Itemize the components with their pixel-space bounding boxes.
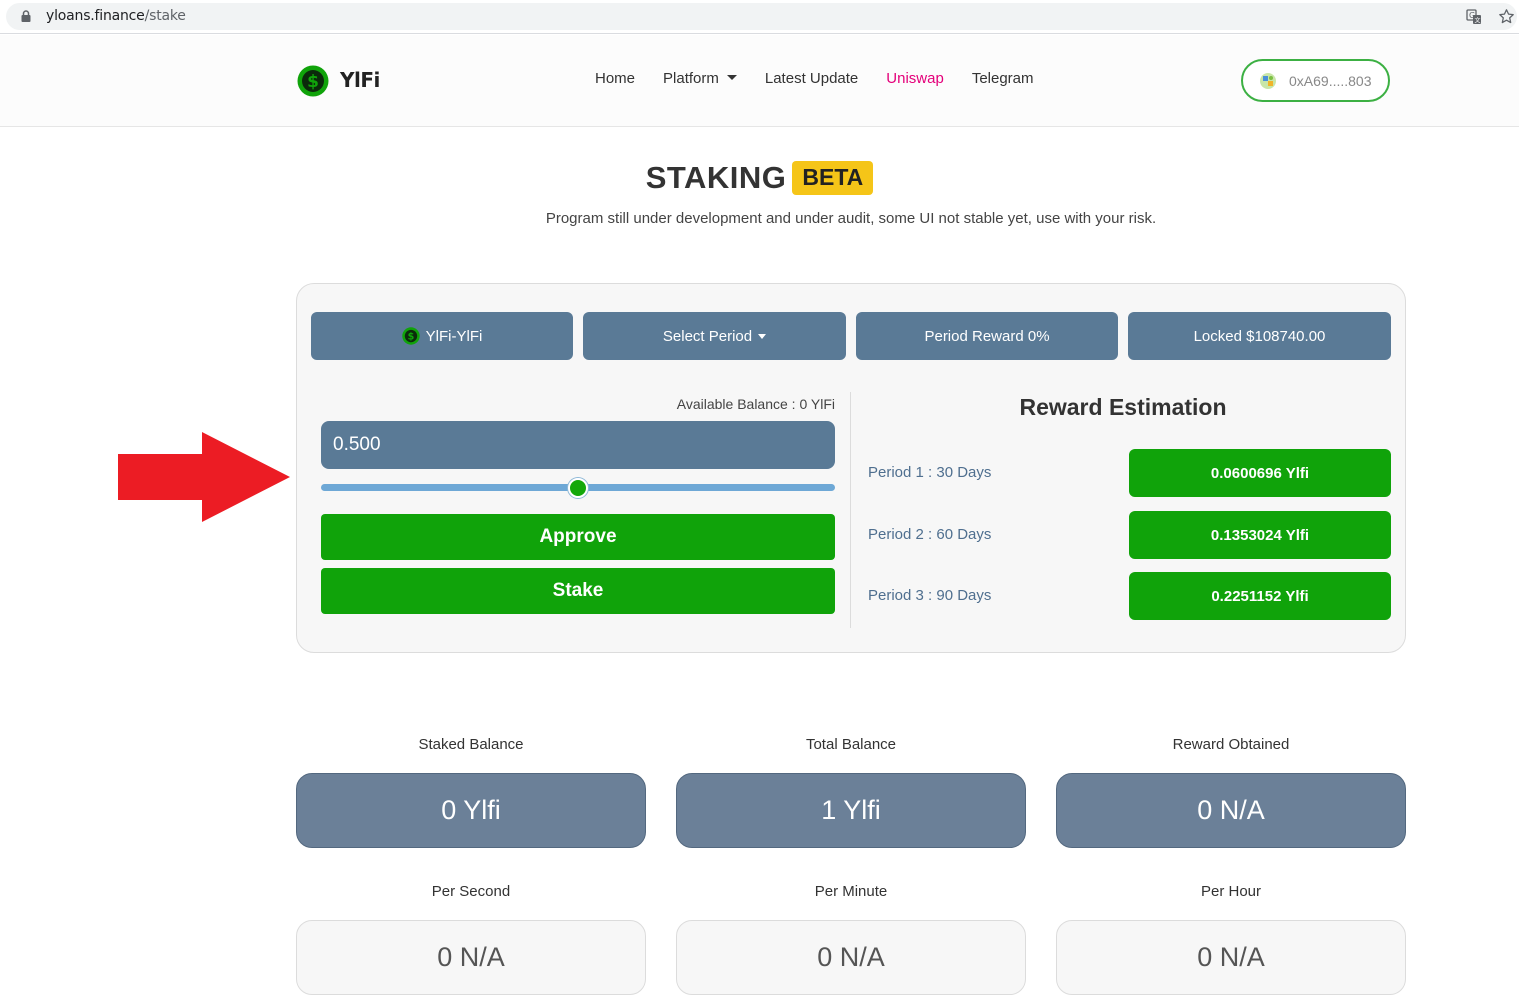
- beta-badge: BETA: [792, 161, 874, 195]
- url-host: yloans.finance: [46, 8, 145, 24]
- per-hour-value: 0 N/A: [1197, 942, 1265, 972]
- approve-button[interactable]: Approve: [321, 514, 835, 560]
- reward-obtained-value: 0 N/A: [1197, 795, 1265, 825]
- total-balance-value: 1 Ylfi: [821, 795, 881, 825]
- brand-name[interactable]: YlFi: [340, 68, 380, 92]
- amount-slider-thumb[interactable]: [568, 478, 588, 498]
- period-1-label: Period 1 : 30 Days: [868, 464, 992, 481]
- nav-links: Home Platform Latest Update Uniswap Tele…: [595, 70, 1062, 87]
- amount-input[interactable]: [321, 421, 835, 469]
- per-second-label: Per Second: [431, 883, 511, 900]
- available-balance: Available Balance : 0 YlFi: [676, 396, 835, 412]
- star-icon[interactable]: [1498, 8, 1515, 25]
- svg-text:$: $: [407, 331, 414, 342]
- total-balance-box: 1 Ylfi: [676, 773, 1026, 848]
- select-period-dropdown[interactable]: Select Period: [583, 312, 846, 360]
- staked-balance-label: Staked Balance: [418, 736, 524, 753]
- reward-obtained-box: 0 N/A: [1056, 773, 1406, 848]
- wallet-address: 0xA69.....803: [1289, 73, 1372, 89]
- pair-button[interactable]: $ YlFi-YlFi: [311, 312, 573, 360]
- period-2-reward-value: 0.1353024 Ylfi: [1210, 526, 1310, 544]
- period-reward-label: Period Reward 0%: [924, 327, 1050, 345]
- svg-text:$: $: [307, 72, 319, 92]
- reward-estimation-title: Reward Estimation: [1019, 394, 1227, 420]
- per-minute-box: 0 N/A: [676, 920, 1026, 995]
- per-minute-value: 0 N/A: [817, 942, 885, 972]
- per-minute-label: Per Minute: [814, 883, 888, 900]
- nav-platform-dropdown[interactable]: Platform: [663, 70, 737, 87]
- period-2-reward: 0.1353024 Ylfi: [1129, 511, 1391, 559]
- wallet-button[interactable]: 0xA69.....803: [1241, 59, 1390, 102]
- period-3-reward: 0.2251152 Ylfi: [1129, 572, 1391, 620]
- page-title: STAKING: [645, 160, 787, 195]
- period-1-reward: 0.0600696 Ylfi: [1129, 449, 1391, 497]
- per-hour-box: 0 N/A: [1056, 920, 1406, 995]
- page-title-row: STAKING BETA: [0, 160, 1519, 196]
- url-text[interactable]: yloans.finance/stake: [46, 8, 186, 24]
- red-arrow-icon: [118, 432, 290, 522]
- site-navbar: $ YlFi Home Platform Latest Update Unisw…: [0, 35, 1519, 127]
- logo-icon[interactable]: $: [297, 65, 329, 97]
- nav-home[interactable]: Home: [595, 70, 635, 87]
- period-2-label: Period 2 : 60 Days: [868, 526, 992, 543]
- locked-button[interactable]: Locked $108740.00: [1128, 312, 1391, 360]
- reward-obtained-label: Reward Obtained: [1172, 736, 1290, 753]
- stake-button[interactable]: Stake: [321, 568, 835, 614]
- select-period-label: Select Period: [662, 327, 753, 345]
- translate-icon[interactable]: G 文: [1466, 9, 1482, 25]
- stake-card: $ YlFi-YlFi Select Period Period Reward …: [296, 283, 1406, 653]
- nav-uniswap[interactable]: Uniswap: [886, 70, 944, 87]
- per-second-box: 0 N/A: [296, 920, 646, 995]
- browser-toolbar: yloans.finance/stake G 文: [0, 0, 1519, 34]
- per-hour-label: Per Hour: [1200, 883, 1262, 900]
- nav-latest-update[interactable]: Latest Update: [765, 70, 858, 87]
- address-bar[interactable]: yloans.finance/stake G 文: [6, 3, 1517, 30]
- token-icon: $: [401, 327, 420, 345]
- nav-telegram[interactable]: Telegram: [972, 70, 1034, 87]
- svg-text:文: 文: [1475, 17, 1481, 25]
- period-1-reward-value: 0.0600696 Ylfi: [1210, 464, 1310, 482]
- staked-balance-box: 0 Ylfi: [296, 773, 646, 848]
- period-reward-button[interactable]: Period Reward 0%: [856, 312, 1118, 360]
- url-path: /stake: [144, 8, 186, 24]
- locked-label: Locked $108740.00: [1193, 327, 1326, 345]
- page-subtitle: Program still under development and unde…: [545, 210, 1157, 227]
- total-balance-label: Total Balance: [805, 736, 897, 753]
- wallet-icon: [1260, 73, 1276, 89]
- lock-icon[interactable]: [21, 10, 31, 22]
- per-second-value: 0 N/A: [437, 942, 505, 972]
- period-3-reward-value: 0.2251152 Ylfi: [1211, 587, 1309, 605]
- staked-balance-value: 0 Ylfi: [441, 795, 501, 825]
- pair-label: YlFi-YlFi: [425, 327, 483, 345]
- column-divider: [850, 392, 851, 628]
- period-3-label: Period 3 : 90 Days: [868, 587, 992, 604]
